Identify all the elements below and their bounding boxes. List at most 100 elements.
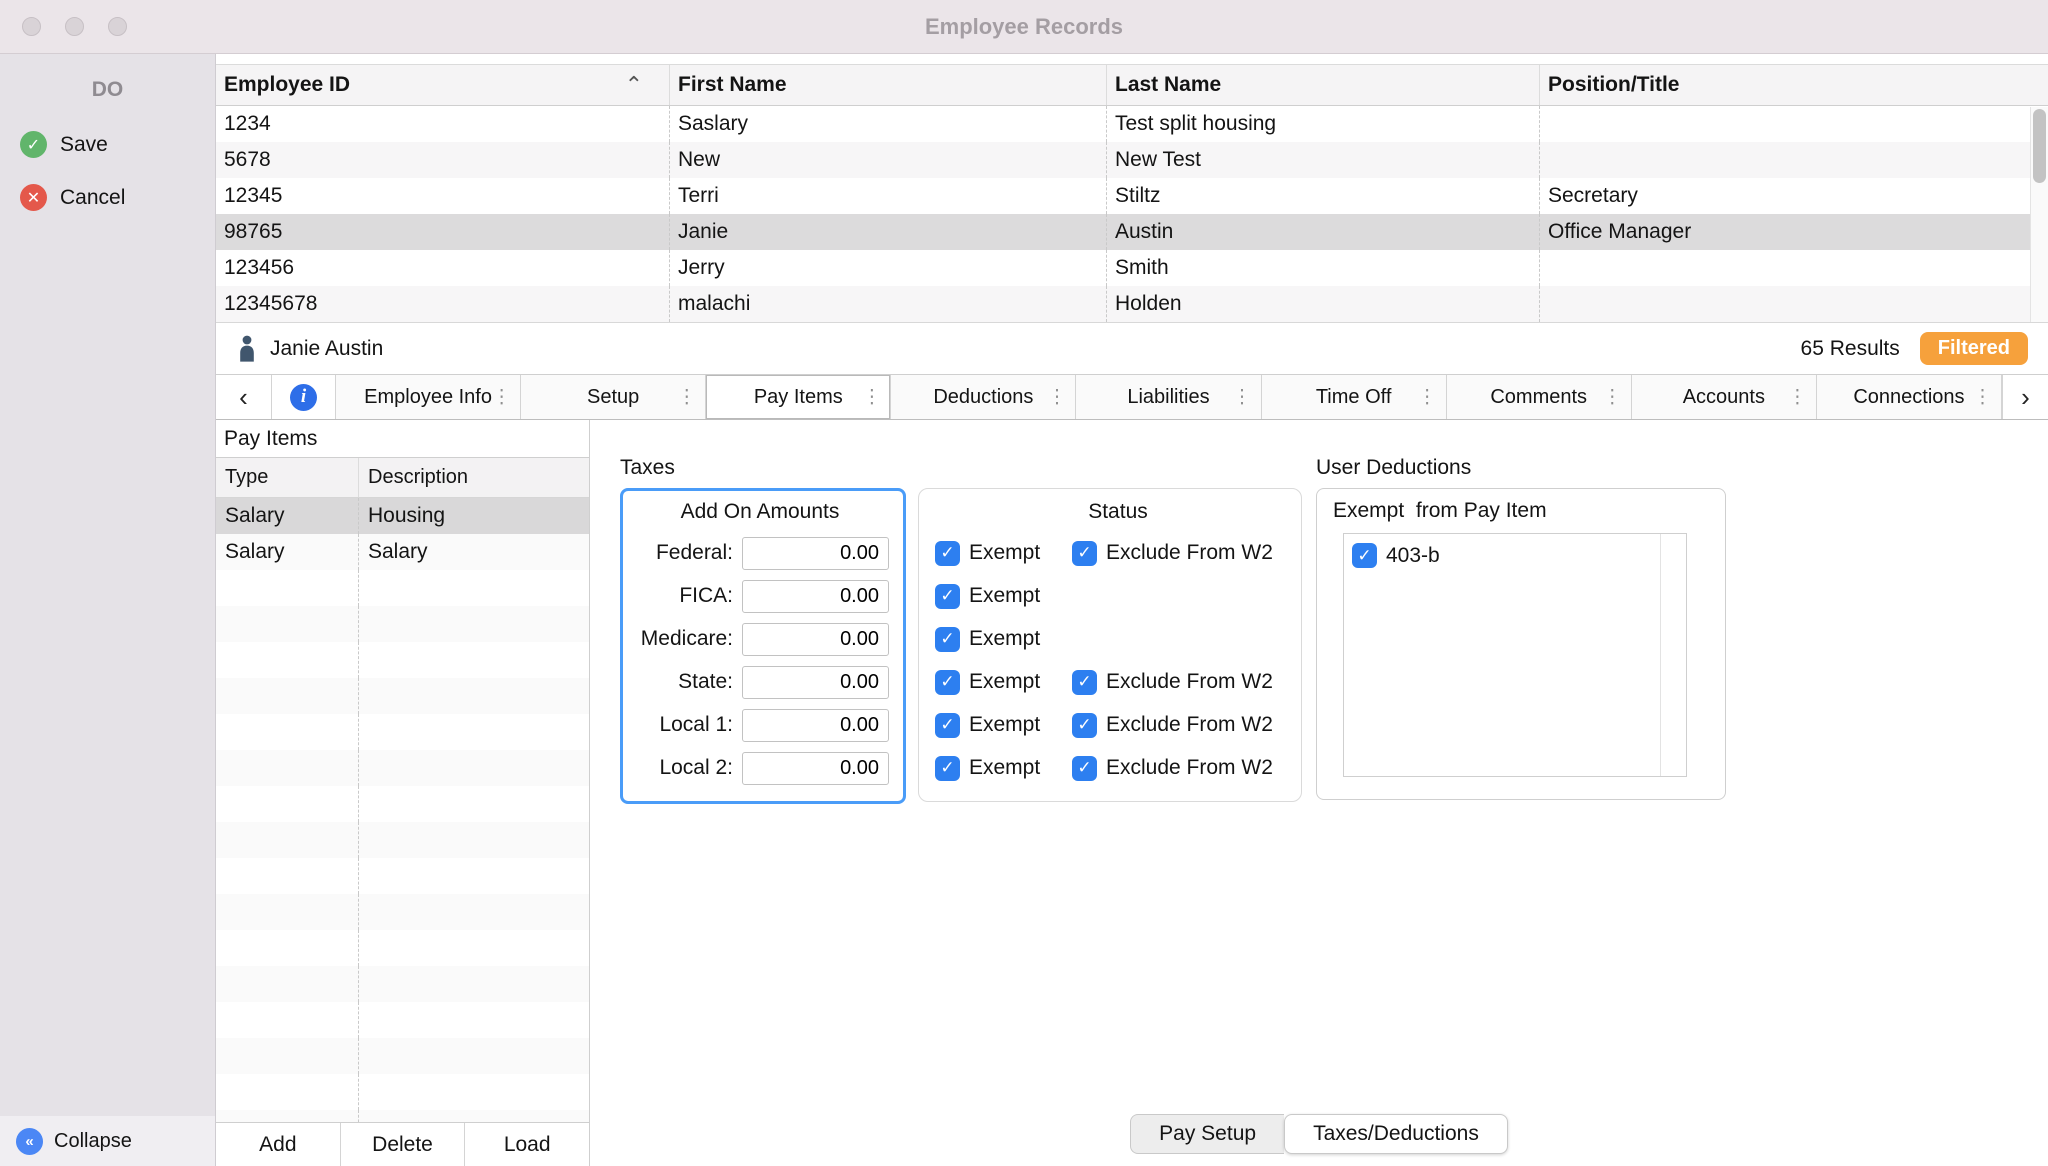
exempt-label: Exempt [969,756,1040,780]
employee-row-selected[interactable]: 98765 Janie Austin Office Manager [216,214,2048,250]
first-name-cell: Saslary [669,106,1106,142]
tab-pay-setup[interactable]: Pay Setup [1130,1114,1284,1154]
pay-item-row[interactable]: Salary Salary [216,534,589,570]
pay-item-description-cell: Housing [358,498,589,534]
employee-row[interactable]: 12345 Terri Stiltz Secretary [216,178,2048,214]
tab-menu-icon[interactable]: ⋮ [1973,386,1992,409]
exempt-from-pay-item-group: Exempt from Pay Item ✓ 403-b [1316,488,1726,800]
pay-items-empty-row [216,606,589,642]
zoom-window-button[interactable] [108,17,127,36]
employee-row[interactable]: 12345678 malachi Holden [216,286,2048,322]
pay-items-rows: Salary Housing Salary Salary [216,498,589,1122]
exclude-w2-checkbox-state[interactable]: ✓ [1072,670,1097,695]
bottom-tab-bar: Pay Setup Taxes/Deductions [590,1114,2048,1154]
pay-items-column-type[interactable]: Type [216,458,358,497]
collapse-button[interactable]: « Collapse [0,1116,215,1166]
tab-taxes-deductions[interactable]: Taxes/Deductions [1284,1114,1508,1154]
tab-setup[interactable]: Setup ⋮ [521,375,706,419]
tab-menu-icon[interactable]: ⋮ [492,386,511,409]
pay-item-description-cell: Salary [358,534,589,570]
column-header-position-title[interactable]: Position/Title [1539,65,2048,105]
tab-menu-icon[interactable]: ⋮ [677,386,696,409]
exempt-checkbox-federal[interactable]: ✓ [935,541,960,566]
column-header-last-name[interactable]: Last Name [1106,65,1539,105]
tab-menu-icon[interactable]: ⋮ [1788,386,1807,409]
status-group: Status ✓ Exempt ✓ Exclude From [918,488,1302,802]
cancel-button[interactable]: ✕ Cancel [0,171,215,224]
exclude-w2-checkbox-local2[interactable]: ✓ [1072,756,1097,781]
tab-menu-icon[interactable]: ⋮ [862,386,881,409]
minimize-window-button[interactable] [65,17,84,36]
tab-menu-icon[interactable]: ⋮ [1047,386,1066,409]
tax-amount-input-local2[interactable] [742,752,889,785]
deduction-list-scrollbar[interactable] [1660,534,1686,776]
filtered-badge[interactable]: Filtered [1920,332,2028,365]
tab-pay-items[interactable]: Pay Items ⋮ [706,375,891,419]
exclude-w2-checkbox-local1[interactable]: ✓ [1072,713,1097,738]
tax-amount-input-state[interactable] [742,666,889,699]
last-name-cell: Stiltz [1106,178,1539,214]
add-pay-item-button[interactable]: Add [216,1123,341,1166]
tab-menu-icon[interactable]: ⋮ [1233,386,1252,409]
pay-items-column-description[interactable]: Description [358,458,589,497]
window-title: Employee Records [0,14,2048,40]
tab-comments[interactable]: Comments ⋮ [1447,375,1632,419]
pay-items-empty-row [216,642,589,678]
tax-amount-input-fica[interactable] [742,580,889,613]
exempt-checkbox-state[interactable]: ✓ [935,670,960,695]
first-name-cell: Janie [669,214,1106,250]
pay-item-type-cell: Salary [216,534,358,570]
add-on-amounts-group: Add On Amounts Federal: FICA: [620,488,906,804]
pay-items-empty-row [216,714,589,750]
tabs-scroll-left-button[interactable]: ‹ [216,375,272,419]
tab-accounts[interactable]: Accounts ⋮ [1632,375,1817,419]
column-header-first-name[interactable]: First Name [669,65,1106,105]
employee-id-cell: 123456 [216,250,669,286]
tab-menu-icon[interactable]: ⋮ [1603,386,1622,409]
save-check-icon: ✓ [20,131,47,158]
tab-connections[interactable]: Connections ⋮ [1817,375,2002,419]
tax-amount-input-federal[interactable] [742,537,889,570]
tab-menu-icon[interactable]: ⋮ [1418,386,1437,409]
pay-item-detail: Taxes Add On Amounts Federal: F [590,420,2048,1166]
tab-deductions[interactable]: Deductions ⋮ [891,375,1076,419]
employee-row[interactable]: 1234 Saslary Test split housing [216,106,2048,142]
table-scrollbar[interactable] [2030,107,2048,322]
deduction-item-403b[interactable]: ✓ 403-b [1352,543,1652,568]
tax-label-state: State: [678,670,733,694]
check-icon: ✓ [1077,543,1091,563]
tax-amount-input-local1[interactable] [742,709,889,742]
pay-items-empty-row [216,678,589,714]
exempt-checkbox-local2[interactable]: ✓ [935,756,960,781]
employee-row[interactable]: 5678 New New Test [216,142,2048,178]
tax-row-federal: Federal: [631,536,889,570]
record-info-button[interactable]: i [272,375,336,419]
tab-time-off[interactable]: Time Off ⋮ [1262,375,1447,419]
cancel-x-icon: ✕ [20,184,47,211]
exempt-checkbox-fica[interactable]: ✓ [935,584,960,609]
tab-bar: ‹ i Employee Info ⋮ Setup ⋮ Pay Items ⋮ [216,374,2048,420]
tabs-scroll-right-button[interactable]: › [2002,375,2048,419]
exempt-checkbox-medicare[interactable]: ✓ [935,627,960,652]
exclude-w2-checkbox-federal[interactable]: ✓ [1072,541,1097,566]
collapse-chevrons-icon: « [16,1128,43,1155]
column-header-employee-id[interactable]: Employee ID ⌃ [216,65,669,105]
pay-items-empty-row [216,1038,589,1074]
delete-pay-item-button[interactable]: Delete [341,1123,466,1166]
employee-table-rows: 1234 Saslary Test split housing 5678 New… [216,106,2048,322]
tab-employee-info[interactable]: Employee Info ⋮ [336,375,521,419]
save-button[interactable]: ✓ Save [0,118,215,171]
tax-label-local2: Local 2: [659,756,733,780]
employee-row[interactable]: 123456 Jerry Smith [216,250,2048,286]
exempt-checkbox-local1[interactable]: ✓ [935,713,960,738]
load-pay-item-button[interactable]: Load [465,1123,589,1166]
tax-label-local1: Local 1: [659,713,733,737]
close-window-button[interactable] [22,17,41,36]
table-scrollbar-thumb[interactable] [2033,109,2046,183]
tax-amount-input-medicare[interactable] [742,623,889,656]
tab-liabilities[interactable]: Liabilities ⋮ [1076,375,1261,419]
deduction-checkbox-403b[interactable]: ✓ [1352,543,1377,568]
window-body: DO ✓ Save ✕ Cancel « Collapse Employee I [0,54,2048,1166]
add-on-amounts-title: Add On Amounts [631,497,889,527]
pay-item-row-selected[interactable]: Salary Housing [216,498,589,534]
